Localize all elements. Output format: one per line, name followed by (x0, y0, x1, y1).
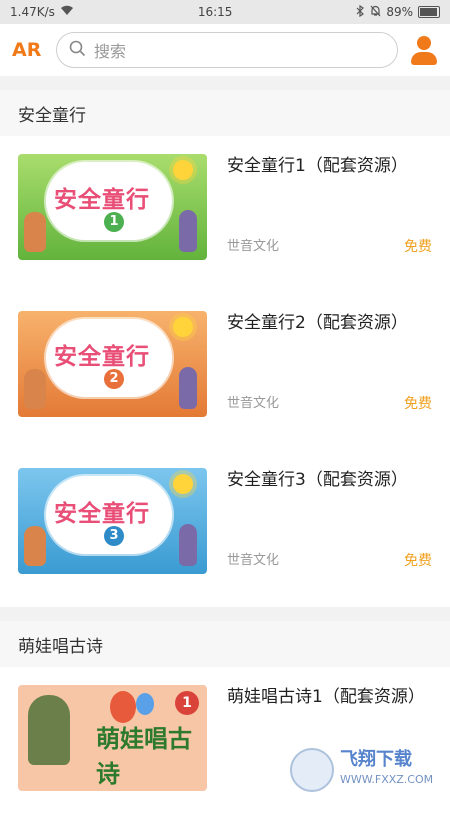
cover-title: 萌娃唱古诗 (96, 725, 192, 788)
list-item[interactable]: 安全童行 3 安全童行3（配套资源） 世音文化 免费 (0, 450, 450, 607)
cover-title: 安全童行 (54, 344, 150, 370)
watermark: 飞翔下载 WWW.FXXZ.COM (290, 742, 440, 798)
bunny-character (179, 210, 197, 252)
item-title: 萌娃唱古诗1（配套资源） (227, 687, 425, 707)
cover-number: 2 (104, 369, 124, 389)
search-placeholder: 搜索 (94, 42, 127, 61)
watermark-title: 飞翔下载 (340, 749, 412, 770)
ar-button[interactable]: AR (12, 39, 44, 61)
poet-character (28, 695, 70, 765)
item-price: 免费 (404, 553, 432, 569)
watermark-logo-icon (290, 748, 334, 792)
watermark-url: WWW.FXXZ.COM (340, 773, 434, 786)
mute-icon (370, 5, 381, 20)
fox-character (24, 369, 46, 409)
fox-character (24, 526, 46, 566)
cover-title: 安全童行 (54, 501, 150, 527)
cover-number: 3 (104, 526, 124, 546)
wifi-icon (60, 5, 74, 19)
section-safety: 安全童行 安全童行 1 安全童行1（配套资源） 世音文化 免费 安全童行 2 安… (0, 90, 450, 607)
cover-title: 安全童行 (54, 187, 150, 213)
section-title: 安全童行 (0, 90, 450, 136)
sun-icon (173, 160, 193, 180)
item-title: 安全童行1（配套资源） (227, 156, 408, 176)
item-title: 安全童行2（配套资源） (227, 313, 408, 333)
list-item[interactable]: 安全童行 2 安全童行2（配套资源） 世音文化 免费 (0, 293, 450, 450)
battery-level: 89% (386, 5, 413, 19)
sun-icon (173, 474, 193, 494)
item-price: 免费 (404, 396, 432, 412)
bunny-character (179, 524, 197, 566)
item-title: 安全童行3（配套资源） (227, 470, 408, 490)
item-price: 免费 (404, 239, 432, 255)
sun-icon (173, 317, 193, 337)
status-bar: 1.47K/s 16:15 89% (0, 0, 450, 24)
divider (0, 76, 450, 90)
divider (0, 607, 450, 621)
balloon-icon (136, 693, 154, 715)
battery-icon (418, 6, 440, 18)
cover-image: 安全童行 3 (18, 468, 207, 574)
cover-number: 1 (104, 212, 124, 232)
bluetooth-icon (356, 4, 365, 20)
fox-character (24, 212, 46, 252)
top-bar: AR 搜索 (0, 24, 450, 76)
bunny-character (179, 367, 197, 409)
search-input[interactable]: 搜索 (56, 32, 398, 68)
search-icon (69, 40, 86, 61)
user-profile-icon[interactable] (410, 35, 438, 65)
item-publisher: 世音文化 (227, 553, 280, 568)
status-time: 16:15 (197, 5, 233, 19)
item-publisher: 世音文化 (227, 239, 280, 254)
list-item[interactable]: 安全童行 1 安全童行1（配套资源） 世音文化 免费 (0, 136, 450, 293)
item-publisher: 世音文化 (227, 396, 280, 411)
cover-image: 安全童行 2 (18, 311, 207, 417)
cover-image: 安全童行 1 (18, 154, 207, 260)
cover-number: 1 (175, 691, 199, 715)
network-speed: 1.47K/s (10, 5, 55, 19)
section-title: 萌娃唱古诗 (0, 621, 450, 667)
cover-image: 萌娃唱古诗 1 (18, 685, 207, 791)
